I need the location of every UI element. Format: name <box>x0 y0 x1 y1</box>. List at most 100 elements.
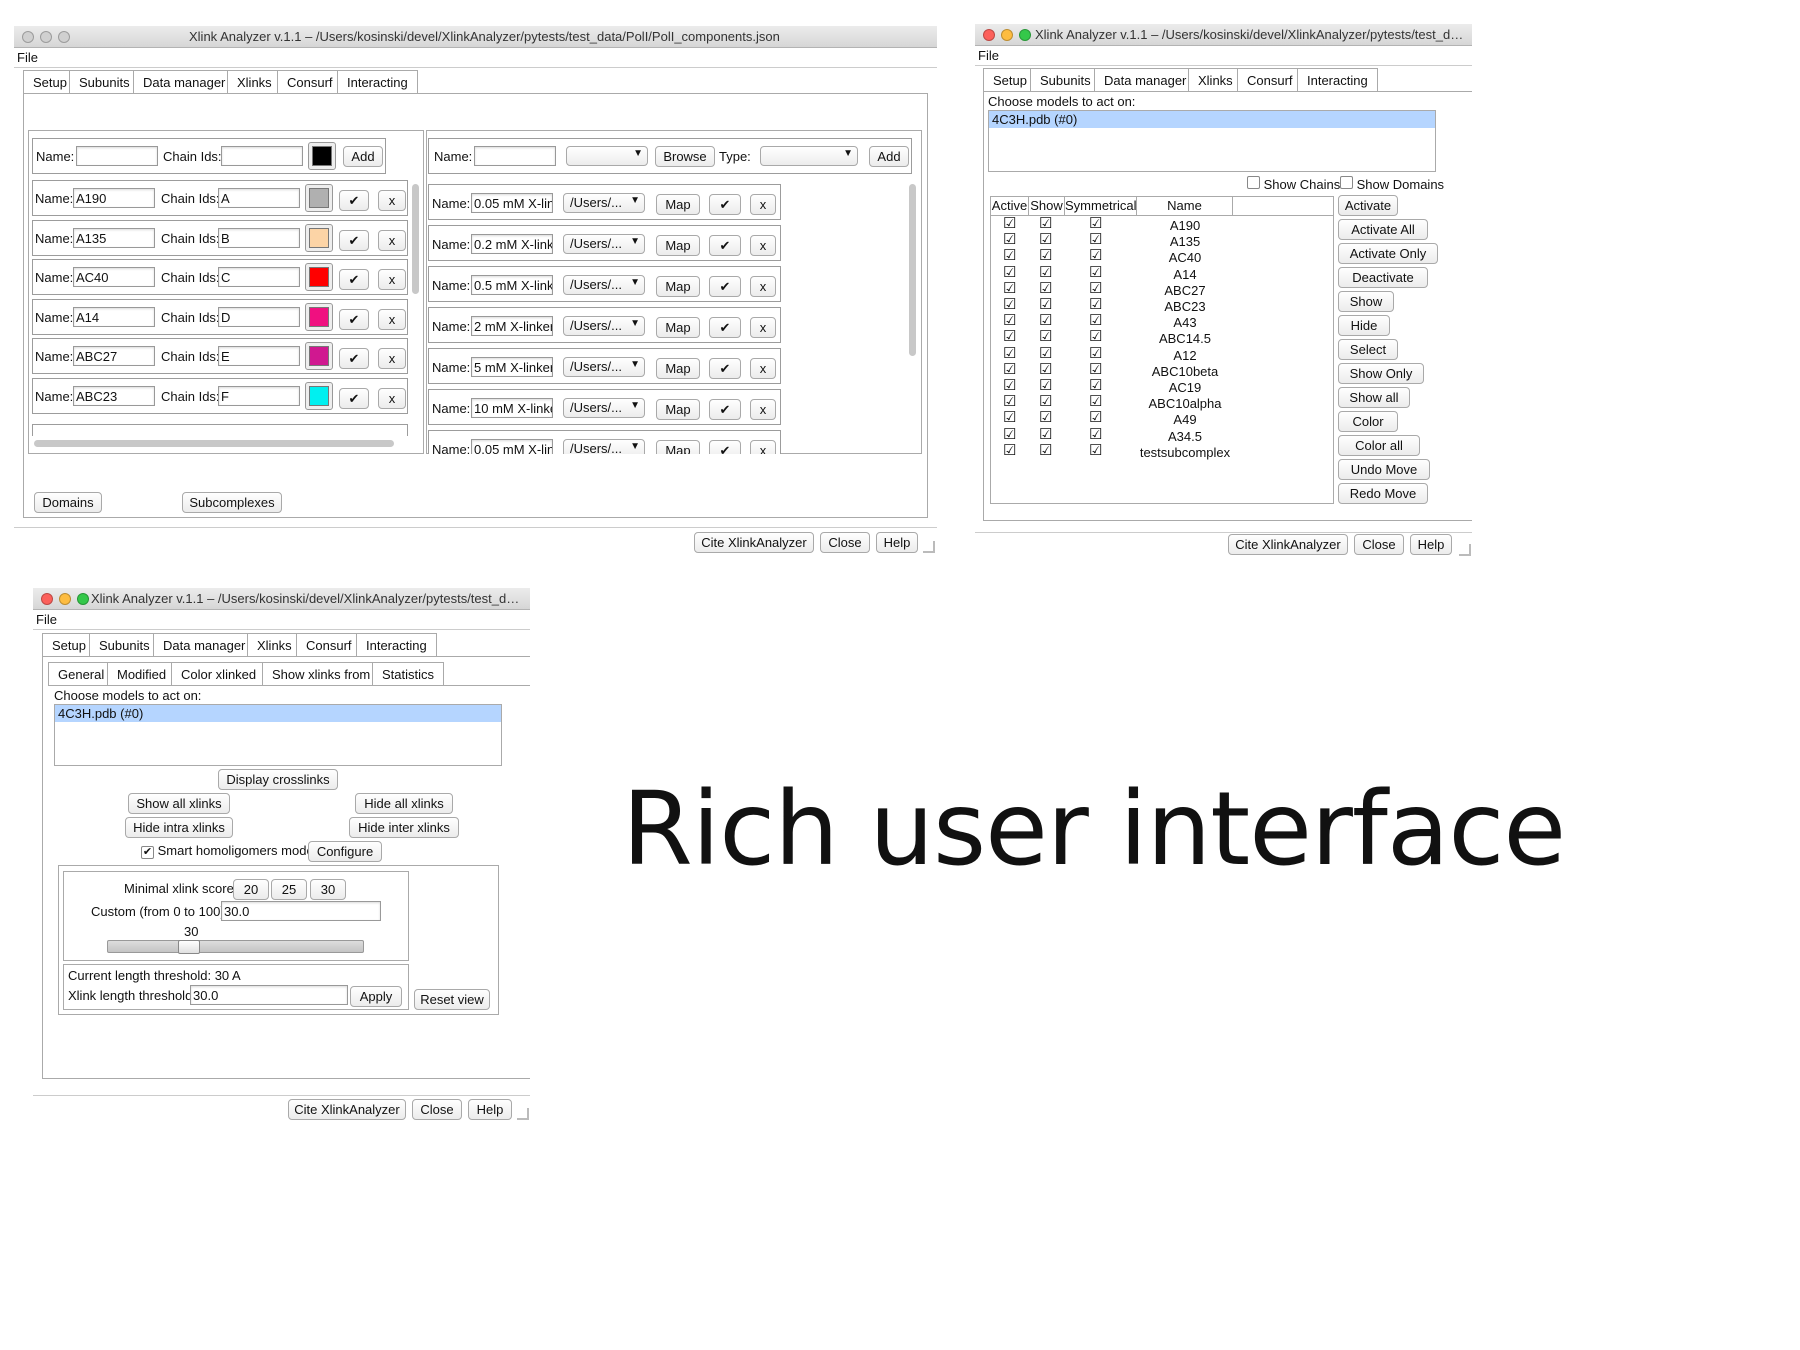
show-checkbox[interactable]: ☑ <box>1039 264 1052 281</box>
cite-button[interactable]: Cite XlinkAnalyzer <box>694 532 814 553</box>
show-checkbox[interactable]: ☑ <box>1039 329 1052 345</box>
show-button[interactable]: Show <box>1338 291 1394 312</box>
delete-dataset-button[interactable]: x <box>750 235 776 256</box>
model-item[interactable]: 4C3H.pdb (#0) <box>55 705 501 722</box>
active-checkbox[interactable]: ☑ <box>1003 345 1016 362</box>
color-all-button[interactable]: Color all <box>1338 435 1420 456</box>
table-row[interactable]: ☑ ☑ ☑ A49 <box>991 410 1333 428</box>
symmetrical-checkbox[interactable]: ☑ <box>1089 329 1102 345</box>
map-button[interactable]: Map <box>656 276 700 297</box>
active-checkbox[interactable]: ☑ <box>1003 394 1016 410</box>
score-slider-track[interactable] <box>107 940 364 953</box>
tab-interacting[interactable]: Interacting <box>1297 68 1378 92</box>
tab-interacting[interactable]: Interacting <box>356 633 437 657</box>
apply-dataset-button[interactable]: ✔ <box>709 235 741 256</box>
tab-xlinks[interactable]: Xlinks <box>1188 68 1243 92</box>
map-button[interactable]: Map <box>656 194 700 215</box>
apply-button[interactable]: Apply <box>350 986 402 1007</box>
subtab-general[interactable]: General <box>48 662 115 686</box>
deactivate-button[interactable]: Deactivate <box>1338 267 1428 288</box>
active-checkbox[interactable]: ☑ <box>1003 216 1016 232</box>
column-active[interactable]: Active <box>991 197 1029 215</box>
select-button[interactable]: Select <box>1338 339 1398 360</box>
show-only-button[interactable]: Show Only <box>1338 363 1424 384</box>
help-button[interactable]: Help <box>1410 534 1452 555</box>
color-button[interactable]: Color <box>1338 411 1398 432</box>
apply-dataset-button[interactable]: ✔ <box>709 440 741 454</box>
dataset-file-select[interactable]: /Users/... ▼ <box>563 439 645 454</box>
data-vertical-scrollbar[interactable] <box>909 184 916 356</box>
symmetrical-checkbox[interactable]: ☑ <box>1089 394 1102 410</box>
delete-dataset-button[interactable]: x <box>750 358 776 379</box>
close-window-icon[interactable] <box>983 29 995 41</box>
symmetrical-checkbox[interactable]: ☑ <box>1089 216 1102 232</box>
minimize-window-icon[interactable] <box>1001 29 1013 41</box>
score-25-button[interactable]: 25 <box>271 879 307 900</box>
dataset-name-input[interactable]: 10 mM X-linke <box>471 398 553 418</box>
symmetrical-checkbox[interactable]: ☑ <box>1089 232 1102 248</box>
show-checkbox[interactable]: ☑ <box>1039 410 1052 426</box>
threshold-input[interactable]: 30.0 <box>190 985 348 1005</box>
close-window-icon[interactable] <box>41 593 53 605</box>
column-symmetrical[interactable]: Symmetrical <box>1065 197 1137 215</box>
tab-subunits[interactable]: Subunits <box>1030 68 1101 92</box>
custom-score-input[interactable]: 30.0 <box>221 901 381 921</box>
show-checkbox[interactable]: ☑ <box>1039 361 1052 378</box>
show-domains-toggle[interactable]: Show Domains <box>1340 176 1444 192</box>
dataset-file-select[interactable]: /Users/... ▼ <box>563 316 645 336</box>
model-item[interactable]: 4C3H.pdb (#0) <box>989 111 1435 128</box>
show-chains-toggle[interactable]: Show Chains <box>1247 176 1340 192</box>
active-checkbox[interactable]: ☑ <box>1003 232 1016 248</box>
delete-dataset-button[interactable]: x <box>750 276 776 297</box>
show-checkbox[interactable]: ☑ <box>1039 394 1052 410</box>
map-button[interactable]: Map <box>656 399 700 420</box>
subtab-color-xlinked[interactable]: Color xlinked <box>171 662 267 686</box>
subcomplexes-button[interactable]: Subcomplexes <box>182 492 282 513</box>
title-bar[interactable]: Xlink Analyzer v.1.1 – /Users/kosinski/d… <box>975 24 1472 46</box>
active-checkbox[interactable]: ☑ <box>1003 361 1016 378</box>
subtab-show-xlinks-from[interactable]: Show xlinks from <box>262 662 381 686</box>
dataset-file-select[interactable]: /Users/... ▼ <box>563 357 645 377</box>
cite-button[interactable]: Cite XlinkAnalyzer <box>1228 534 1348 555</box>
help-button[interactable]: Help <box>876 532 918 553</box>
active-checkbox[interactable]: ☑ <box>1003 442 1016 459</box>
symmetrical-checkbox[interactable]: ☑ <box>1089 410 1102 426</box>
show-checkbox[interactable]: ☑ <box>1039 442 1052 459</box>
table-row[interactable]: ☑ ☑ ☑ ABC14.5 <box>991 329 1333 347</box>
tab-consurf[interactable]: Consurf <box>296 633 362 657</box>
tab-subunits[interactable]: Subunits <box>89 633 160 657</box>
active-checkbox[interactable]: ☑ <box>1003 297 1016 313</box>
active-checkbox[interactable]: ☑ <box>1003 313 1016 329</box>
models-list[interactable]: 4C3H.pdb (#0) <box>54 704 502 766</box>
subtab-modified[interactable]: Modified <box>107 662 177 686</box>
dataset-name-input[interactable]: 0.2 mM X-link <box>471 234 553 254</box>
smart-homoligomers-toggle[interactable]: ✔ Smart homoligomers mode <box>141 843 314 859</box>
table-row[interactable]: ☑ ☑ ☑ testsubcomplex <box>991 442 1333 460</box>
tab-consurf[interactable]: Consurf <box>1237 68 1303 92</box>
activate-only-button[interactable]: Activate Only <box>1338 243 1438 264</box>
map-button[interactable]: Map <box>656 358 700 379</box>
dataset-name-input[interactable]: 5 mM X-linker <box>471 357 553 377</box>
resize-grip-icon[interactable] <box>923 541 935 553</box>
map-button[interactable]: Map <box>656 440 700 454</box>
show-checkbox[interactable]: ☑ <box>1039 313 1052 329</box>
show-checkbox[interactable]: ☑ <box>1039 378 1052 394</box>
redo-move-button[interactable]: Redo Move <box>1338 483 1428 504</box>
column-name[interactable]: Name <box>1137 197 1233 215</box>
show-checkbox[interactable]: ☑ <box>1039 248 1052 264</box>
symmetrical-checkbox[interactable]: ☑ <box>1089 248 1102 264</box>
hide-button[interactable]: Hide <box>1338 315 1390 336</box>
zoom-window-icon[interactable] <box>77 593 89 605</box>
dataset-name-input[interactable]: 2 mM X-linker <box>471 316 553 336</box>
show-checkbox[interactable]: ☑ <box>1039 280 1052 297</box>
domains-button[interactable]: Domains <box>34 492 102 513</box>
subtab-statistics[interactable]: Statistics <box>372 662 445 686</box>
title-bar[interactable]: Xlink Analyzer v.1.1 – /Users/kosinski/d… <box>33 588 530 610</box>
score-slider-thumb[interactable] <box>177 940 200 954</box>
score-30-button[interactable]: 30 <box>310 879 346 900</box>
active-checkbox[interactable]: ☑ <box>1003 378 1016 394</box>
delete-dataset-button[interactable]: x <box>750 194 776 215</box>
configure-button[interactable]: Configure <box>308 841 382 862</box>
dataset-file-select[interactable]: /Users/... ▼ <box>563 398 645 418</box>
active-checkbox[interactable]: ☑ <box>1003 280 1016 297</box>
